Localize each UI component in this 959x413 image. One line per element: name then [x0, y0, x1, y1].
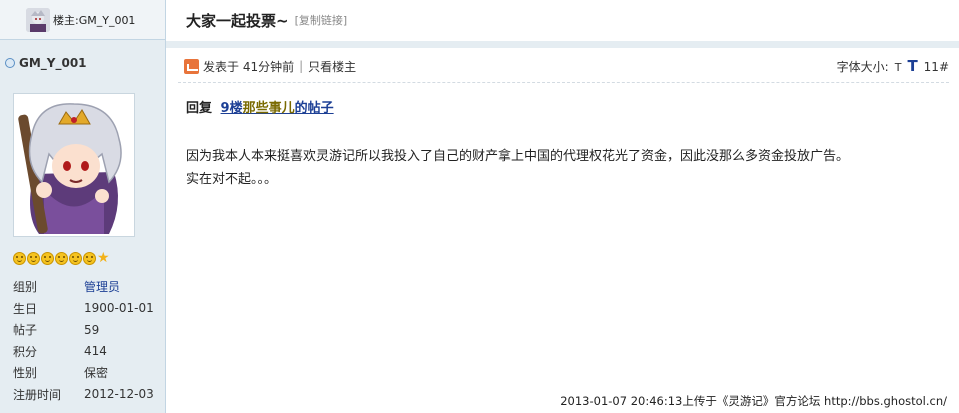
meta-divider: |: [299, 59, 304, 73]
profile-key: 帖子: [13, 323, 38, 338]
floor-number[interactable]: 11#: [924, 60, 949, 74]
post-body: 因为我本人本来挺喜欢灵游记所以我投入了自己的财产拿上中国的代理权花光了资金，因此…: [186, 145, 939, 191]
post-main: 大家一起投票~ [复制链接] 发表于 41分钟前 | 只看楼主 字体大小: T …: [166, 0, 959, 413]
thread-title: 大家一起投票~: [186, 11, 289, 30]
profile-key: 性别: [13, 366, 38, 381]
avatar[interactable]: [13, 93, 135, 237]
smile-icon: [83, 252, 96, 265]
font-small-button[interactable]: T: [895, 61, 902, 74]
user-sidebar: 楼主:GM_Y_001 GM_Y_001 ★ 组别 管理员 生日 1900-01…: [0, 0, 166, 413]
post-status-icon: [184, 58, 199, 74]
profile-key: 注册时间: [13, 387, 62, 402]
profile-key: 组别: [13, 280, 38, 295]
font-large-button[interactable]: T: [907, 57, 917, 75]
only-author-link[interactable]: 只看楼主: [308, 58, 356, 75]
smile-icon: [13, 252, 26, 265]
meta-divider-line: [178, 82, 949, 83]
reply-link-user: 那些事儿: [242, 101, 295, 116]
thread-title-bar: 大家一起投票~ [复制链接]: [166, 0, 959, 41]
profile-value: 414: [84, 344, 107, 359]
post-body-line: 实在对不起。。。: [186, 172, 278, 187]
author-label: 楼主:GM_Y_001: [53, 13, 136, 27]
profile-value: 2012-12-03: [84, 387, 154, 402]
author-header: 楼主:GM_Y_001: [0, 0, 165, 40]
upload-footer: 2013-01-07 20:46:13上传于《灵游记》官方论坛 http://b…: [560, 394, 947, 408]
reply-quote: 回复 9楼那些事儿的帖子: [186, 97, 334, 116]
smile-icon: [55, 252, 68, 265]
font-size-control: 字体大小: T T 11#: [837, 57, 949, 75]
reply-link[interactable]: 9楼那些事儿的帖子: [221, 101, 334, 116]
post-meta: 发表于 41分钟前 | 只看楼主 字体大小: T T 11#: [184, 57, 949, 75]
smile-icon: [27, 252, 40, 265]
smile-icon: [41, 252, 54, 265]
reply-prefix: 回复: [186, 101, 213, 116]
profile-key: 积分: [13, 344, 38, 359]
online-status-icon: [5, 58, 15, 68]
reply-link-suffix: 的帖子: [294, 101, 334, 116]
profile-info: 组别 管理员 生日 1900-01-01 帖子 59 积分 414 性别 保密 …: [13, 276, 163, 405]
profile-value: 59: [84, 322, 100, 337]
post-body-line: 因为我本人本来挺喜欢灵游记所以我投入了自己的财产拿上中国的代理权花光了资金，因此…: [186, 149, 850, 164]
profile-row-points: 积分 414: [13, 341, 163, 363]
separator-band: [166, 41, 959, 48]
profile-key: 生日: [13, 301, 38, 316]
smile-icon: [69, 252, 82, 265]
profile-row-posts: 帖子 59: [13, 319, 163, 341]
username[interactable]: GM_Y_001: [19, 56, 87, 70]
profile-row-birthday: 生日 1900-01-01: [13, 298, 163, 320]
copy-link-button[interactable]: [复制链接]: [295, 12, 348, 28]
post-time: 发表于 41分钟前: [203, 59, 295, 74]
profile-row-registered: 注册时间 2012-12-03: [13, 384, 163, 406]
mini-avatar[interactable]: [26, 7, 50, 32]
profile-row-group: 组别 管理员: [13, 276, 163, 298]
font-size-label: 字体大小:: [836, 60, 889, 74]
profile-value: 1900-01-01: [84, 301, 154, 316]
rank-icons: ★: [13, 250, 110, 266]
profile-value: 保密: [84, 366, 109, 381]
profile-value-group-link[interactable]: 管理员: [84, 278, 120, 295]
username-row: GM_Y_001: [5, 56, 87, 70]
reply-link-floor: 9楼: [220, 101, 243, 116]
star-icon: ★: [97, 250, 110, 266]
profile-row-gender: 性别 保密: [13, 362, 163, 384]
